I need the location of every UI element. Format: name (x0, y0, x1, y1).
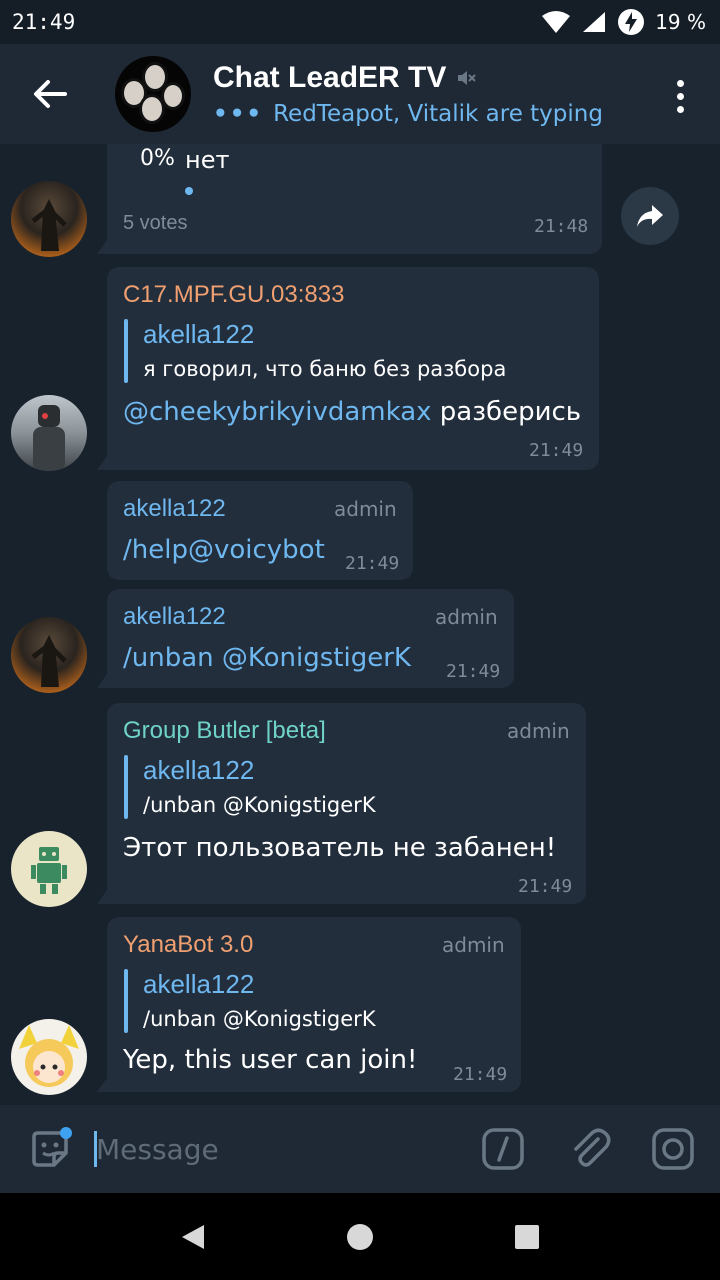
message-time: 21:49 (446, 661, 501, 682)
battery-charging-icon (618, 9, 645, 35)
slash-command-icon (482, 1128, 524, 1170)
dot-icon (677, 106, 684, 113)
mention-link[interactable]: @cheekybrikyivdamkax (123, 397, 432, 427)
admin-badge: admin (435, 605, 498, 629)
nav-recents-icon[interactable] (514, 1224, 540, 1250)
arrow-left-icon (34, 80, 67, 108)
reply-bar (124, 755, 128, 819)
message-text-part: разберись (431, 397, 582, 427)
message-composer: Message (0, 1105, 720, 1193)
poll-option-label: нет (185, 146, 230, 174)
chat-title: Chat LeadER TV (213, 61, 447, 94)
message-time: 21:48 (534, 216, 589, 237)
poll-option-percent: 0% (140, 146, 175, 171)
message-sender[interactable]: akella122 (123, 603, 226, 631)
avatar[interactable] (11, 831, 87, 907)
message-time: 21:49 (453, 1064, 508, 1085)
reply-sender[interactable]: akella122 (143, 969, 254, 1000)
command-link[interactable]: /unban @KonigstigerK (123, 643, 411, 673)
camera-button[interactable] (651, 1127, 695, 1171)
typing-text: RedTeapot, Vitalik are typing (273, 101, 603, 127)
message-bubble[interactable]: akella122 admin /help@voicybot 21:49 (107, 481, 413, 580)
reply-sender[interactable]: akella122 (143, 755, 254, 786)
typing-dots: ••• (213, 101, 264, 127)
system-nav-bar (0, 1193, 720, 1280)
message-time: 21:49 (518, 876, 573, 897)
signal-icon (583, 12, 606, 32)
status-bar: 21:49 19 % (0, 0, 720, 44)
message-text: Этот пользователь не забанен! (123, 833, 557, 863)
message-input[interactable]: Message (96, 1133, 219, 1166)
dot-icon (677, 93, 684, 100)
share-icon (637, 205, 663, 227)
avatar[interactable] (11, 395, 87, 471)
nav-home-icon[interactable] (346, 1223, 374, 1251)
dot-icon (677, 80, 684, 87)
poll-message[interactable]: 0% нет 5 votes 21:48 (97, 144, 602, 254)
robot-icon (31, 847, 67, 894)
bot-command-button[interactable] (481, 1127, 525, 1171)
admin-badge: admin (507, 719, 570, 743)
status-time: 21:49 (12, 10, 76, 34)
message-sender[interactable]: YanaBot 3.0 (123, 931, 253, 959)
reply-sender[interactable]: akella122 (143, 319, 254, 350)
reply-text: я говорил, что баню без разбора (143, 357, 507, 381)
avatar[interactable] (11, 1019, 87, 1095)
reply-bar (124, 969, 128, 1033)
battery-percent: 19 % (655, 10, 706, 34)
message-bubble[interactable]: akella122 admin /unban @KonigstigerK 21:… (97, 589, 514, 688)
admin-badge: admin (334, 497, 397, 521)
sticker-button[interactable] (28, 1127, 72, 1171)
back-button[interactable] (0, 44, 100, 144)
message-bubble[interactable]: YanaBot 3.0 admin akella122 /unban @Koni… (97, 917, 521, 1092)
command-link[interactable]: /help@voicybot (123, 535, 325, 565)
message-bubble[interactable]: C17.MPF.GU.03:833 akella122 я говорил, ч… (97, 267, 599, 470)
message-bubble[interactable]: Group Butler [beta] admin akella122 /unb… (97, 703, 586, 904)
attach-button[interactable] (568, 1127, 612, 1171)
admin-badge: admin (442, 933, 505, 957)
share-button[interactable] (621, 187, 679, 245)
more-menu-button[interactable] (677, 80, 684, 113)
wifi-icon (542, 11, 571, 33)
message-sender[interactable]: akella122 (123, 495, 226, 523)
poll-bar (185, 187, 193, 195)
status-icons: 19 % (541, 8, 706, 36)
message-sender[interactable]: Group Butler [beta] (123, 717, 326, 745)
avatar[interactable] (11, 181, 87, 257)
message-time: 21:49 (529, 440, 584, 461)
reply-bar (124, 319, 128, 383)
chat-avatar[interactable] (115, 56, 191, 132)
sticker-icon (32, 1127, 72, 1167)
reply-text: /unban @KonigstigerK (143, 1007, 376, 1031)
muted-icon (458, 71, 477, 85)
message-text: Yep, this user can join! (123, 1045, 418, 1075)
typing-indicator: ••• RedTeapot, Vitalik are typing (213, 101, 603, 127)
paperclip-icon (574, 1128, 611, 1167)
message-sender[interactable]: C17.MPF.GU.03:833 (123, 281, 344, 309)
nav-back-icon[interactable] (180, 1223, 206, 1251)
chat-title-block[interactable]: Chat LeadER TV ••• RedTeapot, Vitalik ar… (213, 61, 603, 127)
chat-header: Chat LeadER TV ••• RedTeapot, Vitalik ar… (0, 44, 720, 144)
message-time: 21:49 (345, 553, 400, 574)
camera-icon (652, 1128, 694, 1170)
poll-votes: 5 votes (123, 212, 188, 234)
chat-messages[interactable]: 0% нет 5 votes 21:48 C17.MPF.GU.03:833 a… (0, 144, 720, 1105)
avatar[interactable] (11, 617, 87, 693)
reply-text: /unban @KonigstigerK (143, 793, 376, 817)
message-text: @cheekybrikyivdamkax разберись (123, 397, 581, 427)
